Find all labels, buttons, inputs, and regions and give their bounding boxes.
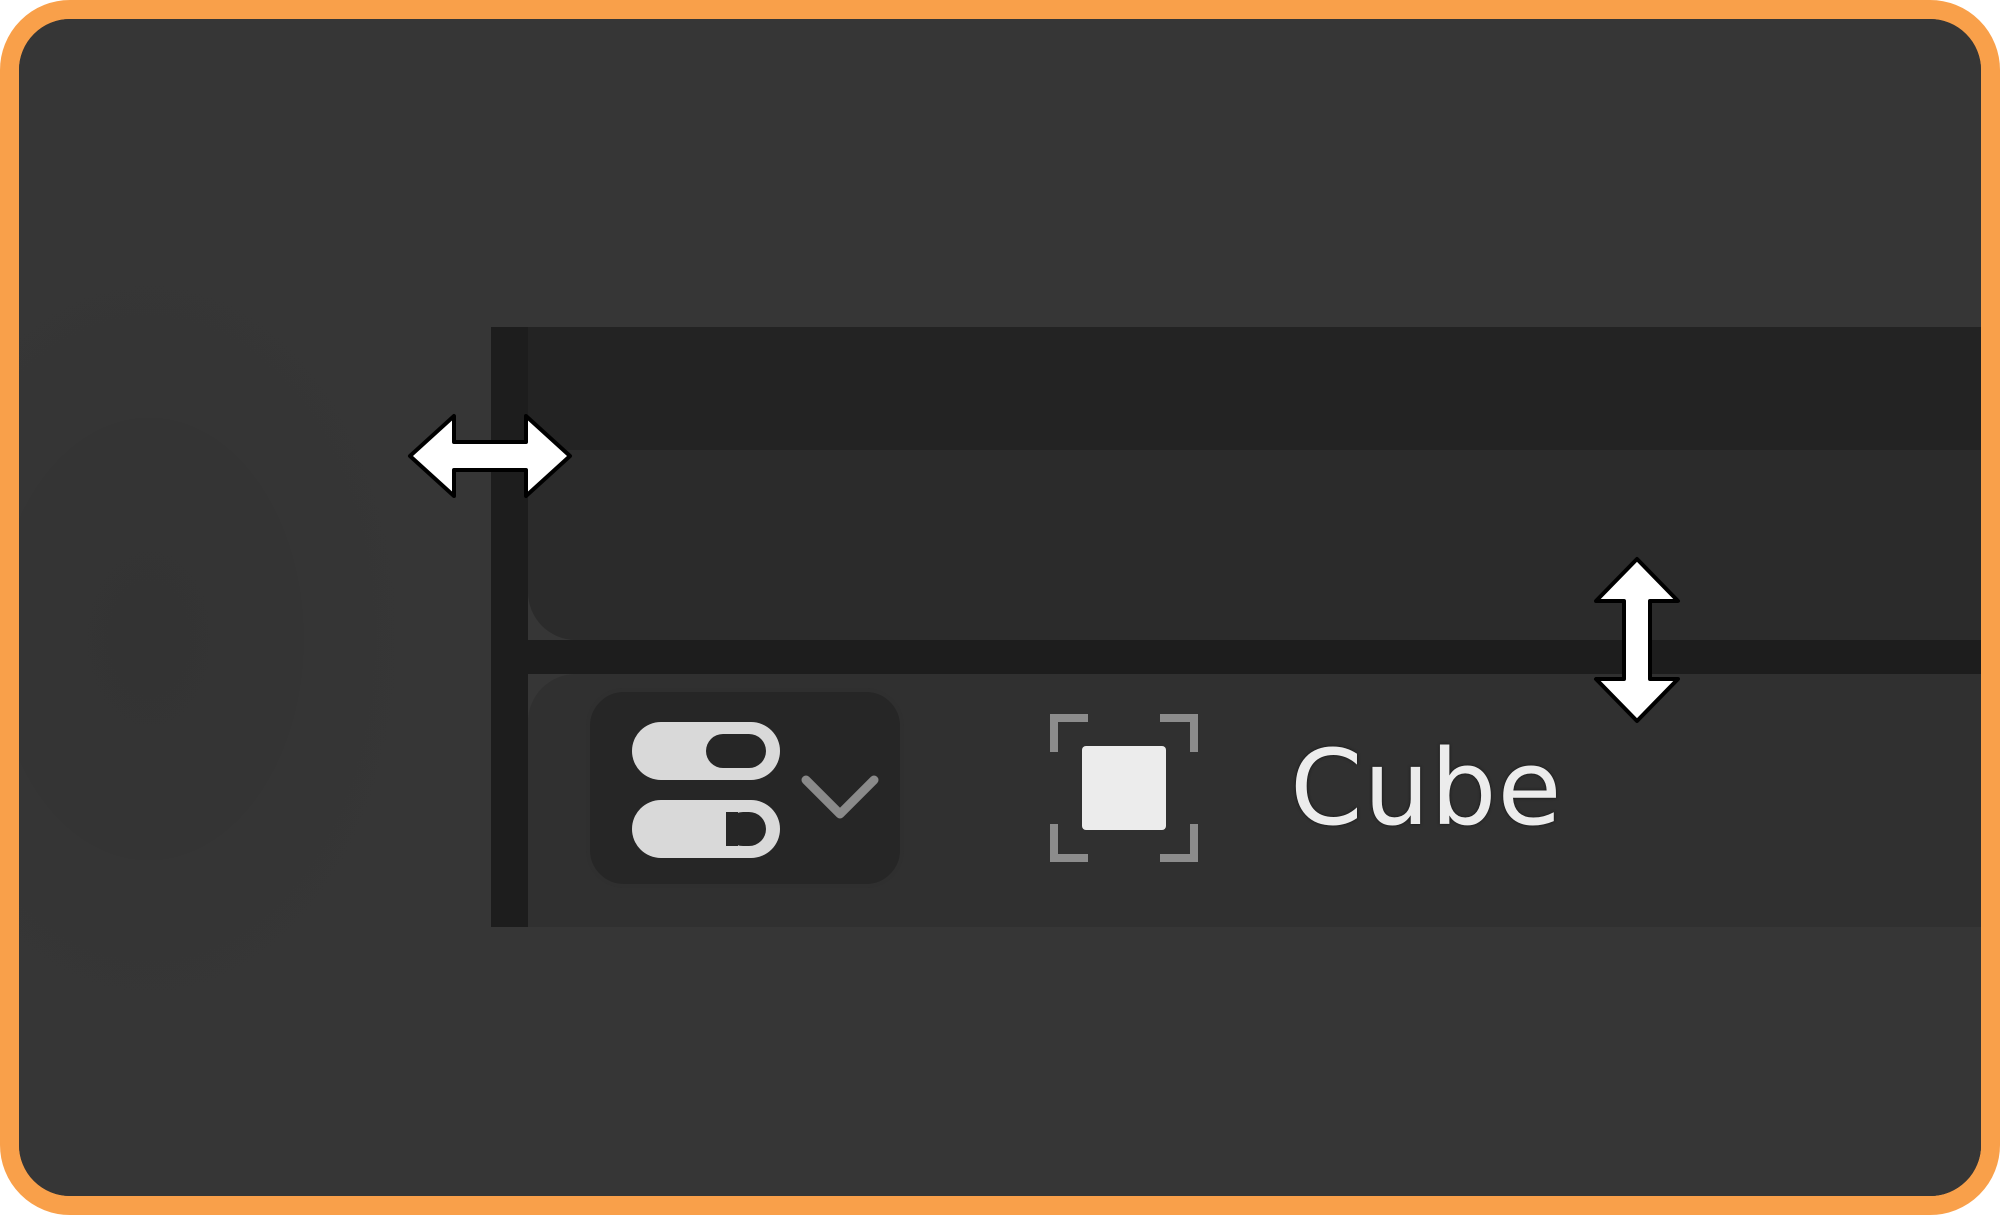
horizontal-area-divider[interactable]: [491, 640, 1981, 674]
object-name-label[interactable]: Cube: [1290, 718, 1563, 858]
outliner-empty-space: [491, 927, 1981, 1196]
chevron-down-icon: [801, 775, 879, 819]
upper-panel: [528, 450, 1981, 640]
object-mesh-icon: [1050, 714, 1198, 862]
resize-horizontal-cursor: [408, 414, 572, 498]
toggle-switches-icon: [632, 722, 780, 858]
screenshot-frame: [0, 0, 2000, 1215]
filter-toggle-dropdown-button[interactable]: [586, 688, 904, 888]
resize-vertical-cursor: [1594, 557, 1680, 723]
editor-header: [528, 327, 1981, 450]
